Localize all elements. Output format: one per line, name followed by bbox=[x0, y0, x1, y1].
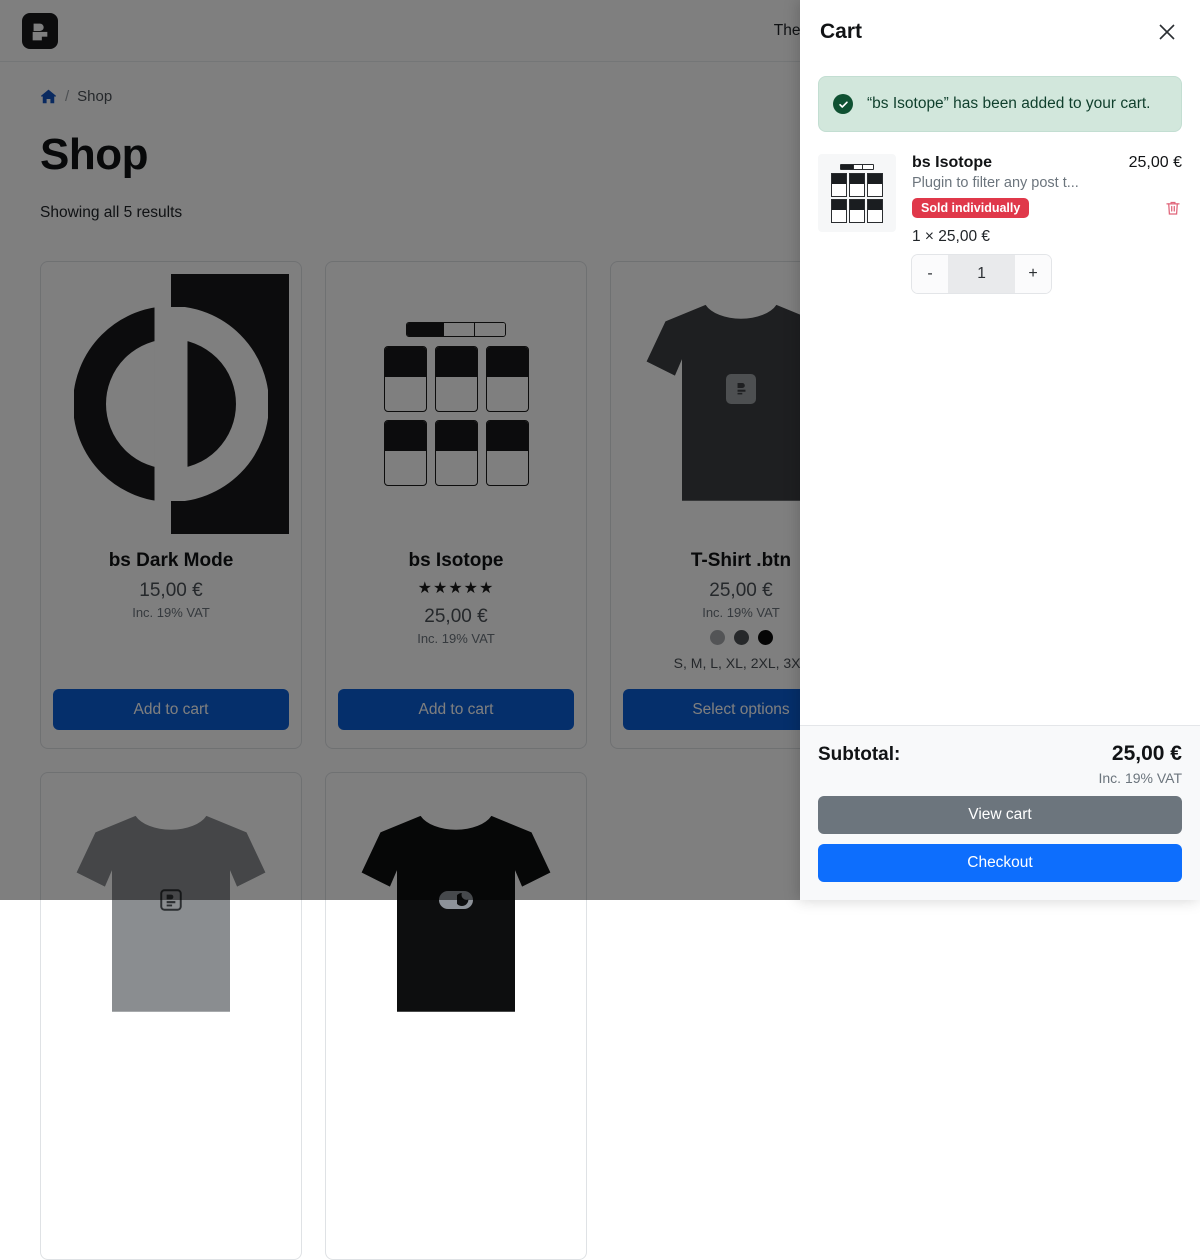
subtotal-label: Subtotal: bbox=[818, 744, 901, 765]
checkout-button[interactable]: Checkout bbox=[818, 844, 1182, 882]
check-circle-icon bbox=[833, 94, 853, 115]
cart-line-item: bs Isotope 25,00 € Plugin to filter any … bbox=[818, 132, 1182, 294]
close-icon[interactable] bbox=[1154, 19, 1180, 45]
quantity-stepper[interactable]: - 1 + bbox=[912, 255, 1051, 294]
cart-item-price: 25,00 € bbox=[1128, 154, 1182, 172]
cart-footer: Subtotal: 25,00 € Inc. 19% VAT View cart… bbox=[800, 725, 1200, 900]
cart-header: Cart bbox=[800, 0, 1200, 64]
cart-item-badge-row: Sold individually bbox=[912, 198, 1182, 219]
subtotal-vat-note: Inc. 19% VAT bbox=[1098, 770, 1182, 786]
cart-added-alert-text: “bs Isotope” has been added to your cart… bbox=[867, 95, 1151, 112]
subtotal-row: Subtotal: 25,00 € bbox=[818, 742, 1182, 766]
cart-title: Cart bbox=[820, 20, 863, 43]
trash-icon[interactable] bbox=[1164, 199, 1182, 217]
cart-item-description: Plugin to filter any post t... bbox=[912, 175, 1079, 192]
view-cart-button[interactable]: View cart bbox=[818, 796, 1182, 834]
quantity-increment-button[interactable]: + bbox=[1015, 255, 1051, 294]
subtotal-value: 25,00 € bbox=[1111, 742, 1182, 765]
cart-added-alert: “bs Isotope” has been added to your cart… bbox=[818, 76, 1182, 133]
quantity-decrement-button[interactable]: - bbox=[912, 255, 948, 294]
cart-item-details: bs Isotope 25,00 € Plugin to filter any … bbox=[912, 154, 1182, 294]
isotope-thumbnail-icon[interactable] bbox=[818, 154, 896, 233]
cart-item-qty-line: 1 × 25,00 € bbox=[912, 228, 990, 246]
cart-item-name[interactable]: bs Isotope bbox=[912, 154, 992, 172]
cart-offcanvas-panel: Cart “bs Isotope” has been added to your… bbox=[800, 0, 1200, 900]
quantity-input[interactable]: 1 bbox=[948, 255, 1015, 294]
status-badge: Sold individually bbox=[912, 198, 1030, 219]
cart-item-title-row: bs Isotope 25,00 € bbox=[912, 154, 1182, 172]
cart-body: “bs Isotope” has been added to your cart… bbox=[800, 64, 1200, 725]
